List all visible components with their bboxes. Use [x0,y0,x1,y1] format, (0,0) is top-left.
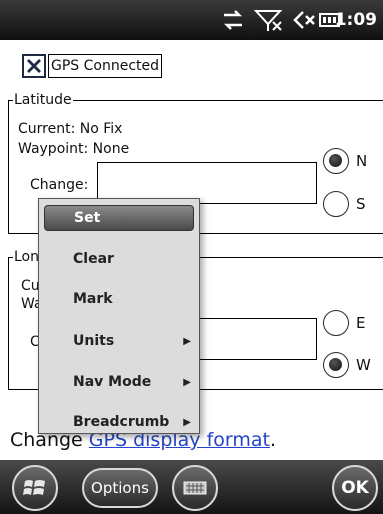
radio-n-selected-icon[interactable] [323,148,349,174]
options-button[interactable]: Options [82,468,158,508]
clock: 1:09 [334,10,377,30]
longitude-group-title: Lon [13,248,40,266]
keyboard-icon [183,481,207,495]
keyboard-button[interactable] [172,465,218,511]
radio-e[interactable]: E [323,310,365,336]
ok-button[interactable]: OK [332,465,378,511]
check-x-icon [27,59,41,73]
menu-item-breadcrumb[interactable]: Breadcrumb ▶ [39,402,199,442]
menu-item-label: Clear [73,251,114,267]
format-suffix: . [269,429,277,451]
submenu-arrow-icon: ▶ [183,376,191,388]
submenu-arrow-icon: ▶ [183,335,191,347]
latitude-change-label: Change: [30,177,89,193]
latitude-current: Current: No Fix [18,121,123,137]
menu-item-nav-mode[interactable]: Nav Mode ▶ [39,362,199,402]
radio-s[interactable]: S [323,191,366,217]
no-signal-icon [254,8,284,32]
checkbox-box[interactable] [22,54,46,78]
radio-w-selected-icon[interactable] [323,352,349,378]
gps-connected-checkbox[interactable]: GPS Connected [22,54,163,78]
gps-connected-label[interactable]: GPS Connected [48,54,163,78]
latitude-group-title: Latitude [13,91,73,109]
radio-s-circle-icon[interactable] [323,191,349,217]
radio-e-circle-icon[interactable] [323,310,349,336]
menu-item-set[interactable]: Set [44,205,194,231]
menu-item-label: Set [74,210,101,226]
latitude-waypoint: Waypoint: None [18,141,130,157]
radio-n-label: N [356,152,368,170]
softkey-bar: Options OK [0,460,383,514]
menu-item-label: Mark [73,291,113,307]
radio-n[interactable]: N [323,148,367,174]
menu-item-mark[interactable]: Mark [39,279,199,319]
radio-e-label: E [356,314,366,332]
menu-item-label: Nav Mode [73,374,152,390]
start-button[interactable] [12,465,58,511]
volume-mute-icon [289,8,317,32]
radio-s-label: S [356,195,366,213]
menu-item-label: Units [73,333,115,349]
menu-item-clear[interactable]: Clear [39,239,199,279]
menu-item-units[interactable]: Units ▶ [39,321,199,361]
submenu-arrow-icon: ▶ [183,416,191,428]
context-menu: Set Clear Mark Units ▶ Nav Mode ▶ Breadc… [38,198,200,434]
sync-icon [220,8,246,32]
status-bar: 1:09 [0,0,383,40]
radio-w-label: W [356,356,371,374]
radio-w[interactable]: W [323,352,371,378]
windows-start-icon [23,480,45,495]
menu-item-label: Breadcrumb [73,414,170,430]
longitude-current: Cu [21,278,40,294]
